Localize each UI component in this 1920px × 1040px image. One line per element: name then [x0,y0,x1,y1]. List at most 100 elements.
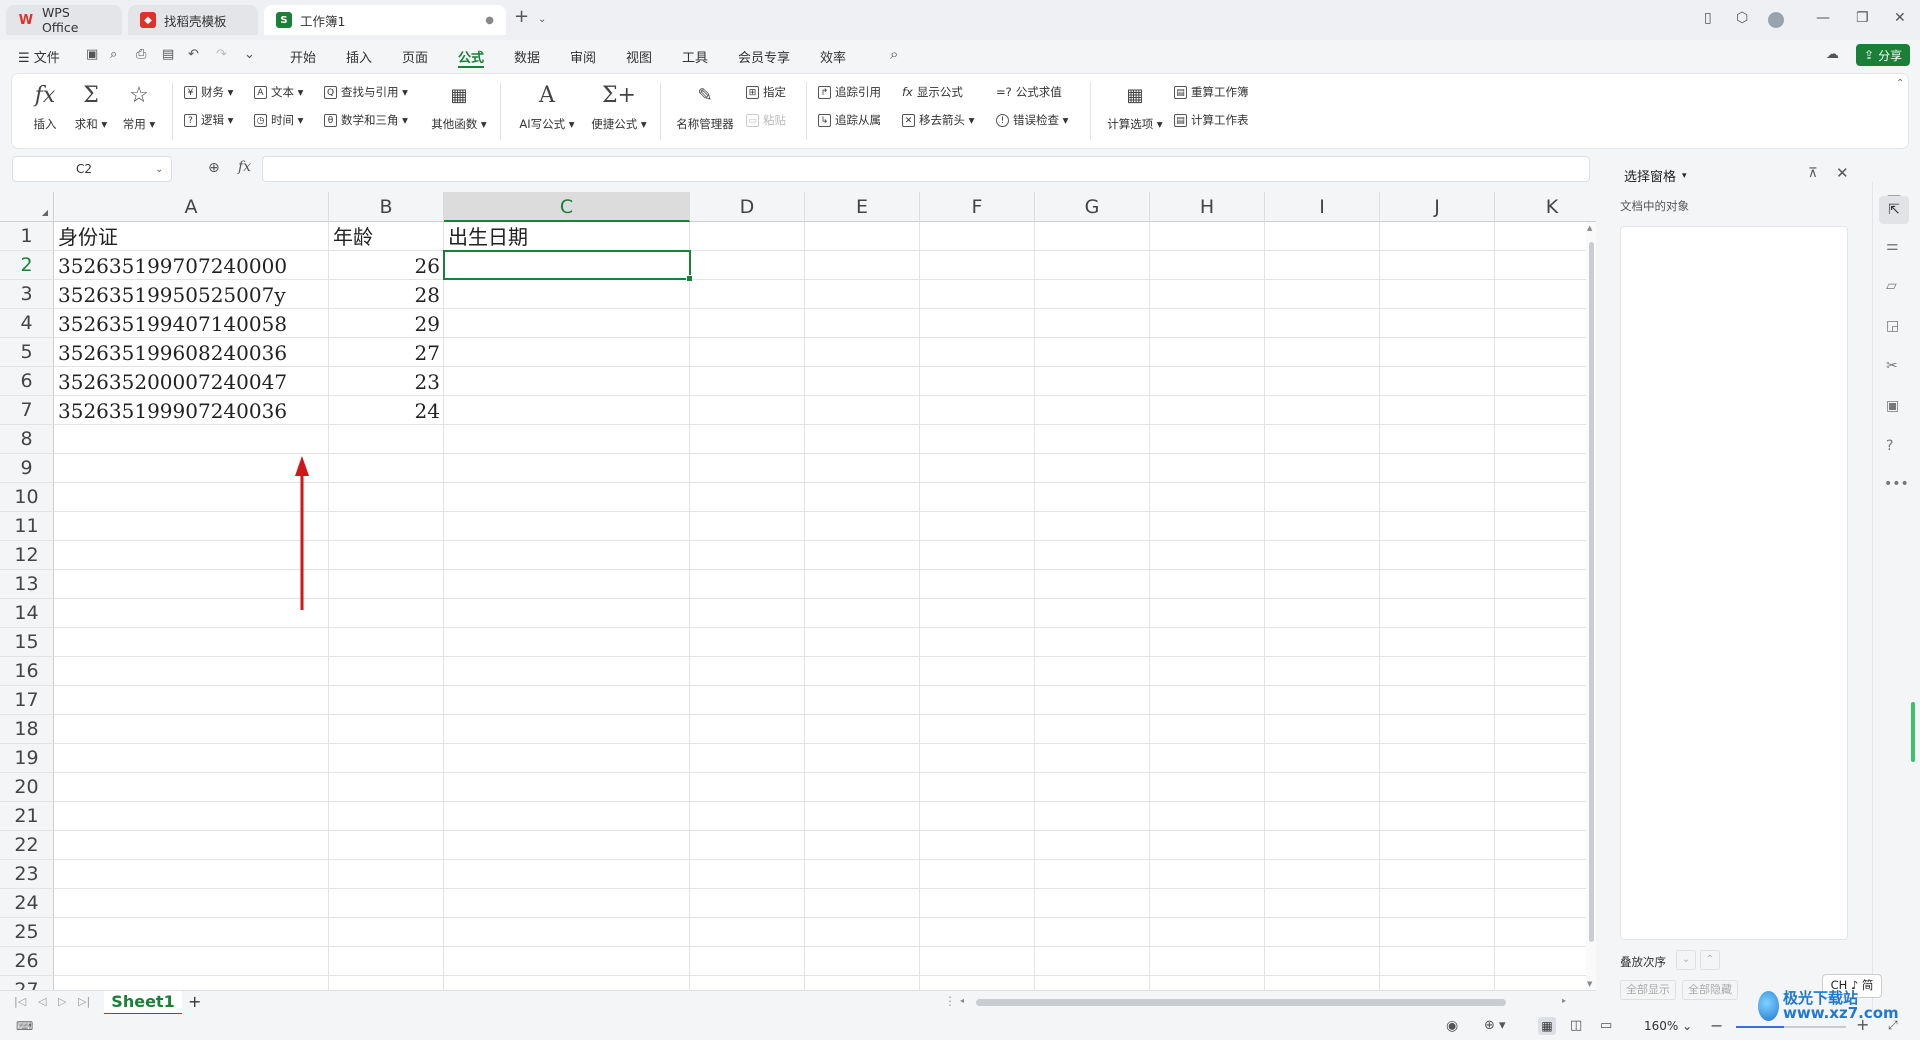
show-formulas-button[interactable]: fx 显示公式 [902,84,963,100]
cell-a3[interactable]: 35263519950525007y [54,280,329,309]
cell-b2[interactable]: 26 [329,251,444,280]
column-header-j[interactable]: J [1380,192,1495,222]
more-quick-icon[interactable]: ⌄ [244,47,255,62]
restore-icon[interactable]: ❐ [1856,10,1869,26]
ai-formula-button[interactable]: A AI写公式 ▾ [514,82,580,132]
minimize-icon[interactable]: — [1816,10,1830,26]
zoom-slider[interactable] [1736,1026,1846,1028]
lookup-button[interactable]: Q 查找与引用 ▾ [324,84,408,100]
export-icon[interactable]: ⌕ [110,47,117,62]
row-header-25[interactable]: 25 [0,918,54,947]
save-icon[interactable]: ▣ [86,47,98,62]
redo-icon[interactable]: ↷ [216,47,227,62]
tab-wps-office[interactable]: W WPS Office [6,5,122,35]
fill-handle[interactable] [686,275,693,282]
row-header-15[interactable]: 15 [0,628,54,657]
column-header-h[interactable]: H [1150,192,1265,222]
insert-function-button[interactable]: fx 插入 [22,82,68,132]
column-header-b[interactable]: B [329,192,444,222]
row-header-19[interactable]: 19 [0,744,54,773]
common-functions-button[interactable]: ☆ 常用 ▾ [116,82,162,132]
move-down-icon[interactable]: ⌄ [1676,950,1696,970]
cell-c1[interactable]: 出生日期 [444,222,690,251]
row-header-6[interactable]: 6 [0,367,54,396]
help-icon[interactable]: ? [1886,438,1893,454]
other-functions-button[interactable]: ▦ 其他函数 ▾ [426,82,492,132]
assign-button[interactable]: ⊞ 指定 [746,84,786,100]
cell-b1[interactable]: 年龄 [329,222,444,251]
chevron-down-icon[interactable]: ⌄ [538,14,546,25]
row-header-3[interactable]: 3 [0,280,54,309]
formula-input[interactable] [262,156,1590,182]
row-header-20[interactable]: 20 [0,773,54,802]
add-sheet-button[interactable]: + [188,992,201,1011]
file-menu[interactable]: ☰ 文件 [18,47,60,66]
print-icon[interactable]: ⎙ [136,47,146,62]
cell-a5[interactable]: 352635199608240036 [54,338,329,367]
scroll-right-icon[interactable]: ▸ [1562,996,1566,1005]
prev-sheet-icon[interactable]: ◁ [38,995,46,1008]
cell-a2[interactable]: 352635199707240000 [54,251,329,280]
trace-precedents-button[interactable]: ↱ 追踪引用 [818,84,881,100]
menu-data[interactable]: 数据 [514,47,540,66]
remove-arrows-button[interactable]: ✕ 移去箭头 ▾ [902,112,974,128]
normal-view-icon[interactable]: ▦ [1538,1017,1556,1035]
menu-page[interactable]: 页面 [402,47,428,66]
tools-icon[interactable]: ✂ [1886,358,1898,374]
menu-member[interactable]: 会员专享 [738,47,790,66]
row-header-4[interactable]: 4 [0,309,54,338]
row-header-17[interactable]: 17 [0,686,54,715]
chevron-down-icon[interactable]: ⌄ [155,164,171,175]
vertical-scrollbar[interactable]: ▲ ▼ [1586,222,1596,990]
row-header-22[interactable]: 22 [0,831,54,860]
adjust-icon[interactable]: ⚌ [1886,238,1899,254]
tab-workbook[interactable]: S 工作簿1 ● [264,5,506,35]
column-header-a[interactable]: A [54,192,329,222]
row-header-13[interactable]: 13 [0,570,54,599]
column-header-f[interactable]: F [920,192,1035,222]
page-layout-icon[interactable]: ◫ [1570,1018,1582,1033]
column-header-g[interactable]: G [1035,192,1150,222]
cell-b5[interactable]: 27 [329,338,444,367]
close-pane-icon[interactable]: ✕ [1836,164,1849,182]
select-cursor-icon[interactable]: ⇱ [1879,196,1909,224]
tab-dot-icon[interactable]: ● [485,15,494,26]
menu-efficiency[interactable]: 效率 [820,47,846,66]
print-preview-icon[interactable]: ▤ [162,47,174,62]
row-header-12[interactable]: 12 [0,541,54,570]
active-cell-c2[interactable] [443,250,693,282]
selection-pane-title[interactable]: 选择窗格 ▾ [1624,166,1687,185]
row-header-10[interactable]: 10 [0,483,54,512]
column-header-i[interactable]: I [1265,192,1380,222]
row-header-16[interactable]: 16 [0,657,54,686]
macro-icon[interactable]: ⌨ [16,1019,33,1033]
trace-dependents-button[interactable]: ↳ 追踪从属 [818,112,881,128]
scroll-down-icon[interactable]: ▼ [1587,980,1592,988]
menu-view[interactable]: 视图 [626,47,652,66]
eye-protect-icon[interactable]: ◉ [1446,1018,1458,1034]
search-icon[interactable]: ⌕ [890,45,898,63]
horizontal-scroll-thumb[interactable] [976,999,1506,1006]
row-header-21[interactable]: 21 [0,802,54,831]
sheet-tab-sheet1[interactable]: Sheet1 [104,991,182,1015]
column-header-e[interactable]: E [805,192,920,222]
row-header-18[interactable]: 18 [0,715,54,744]
row-header-9[interactable]: 9 [0,454,54,483]
page-break-icon[interactable]: ▭ [1600,1018,1612,1033]
row-header-2[interactable]: 2 [0,251,54,280]
scroll-left-icon[interactable]: ◂ [960,996,964,1005]
chart-icon[interactable]: ◲ [1886,318,1899,334]
row-header-5[interactable]: 5 [0,338,54,367]
new-tab-icon[interactable]: + [514,6,529,27]
row-header-23[interactable]: 23 [0,860,54,889]
cube-icon[interactable]: ⬡ [1736,10,1748,26]
last-sheet-icon[interactable]: ▷| [78,995,90,1008]
move-up-icon[interactable]: ⌃ [1700,950,1720,970]
select-all-corner[interactable]: ◢ [0,192,54,222]
spreadsheet-grid[interactable]: ◢ ABCDEFGHIJK 1 2 3 4 5 6 7 8 9 10 11 12 13 14 15 16 17 1… [0,192,1596,990]
time-button[interactable]: ◷ 时间 ▾ [254,112,303,128]
column-header-c[interactable]: C [444,192,690,222]
math-button[interactable]: θ 数学和三角 ▾ [324,112,408,128]
logic-button[interactable]: ? 逻辑 ▾ [184,112,233,128]
column-header-d[interactable]: D [690,192,805,222]
